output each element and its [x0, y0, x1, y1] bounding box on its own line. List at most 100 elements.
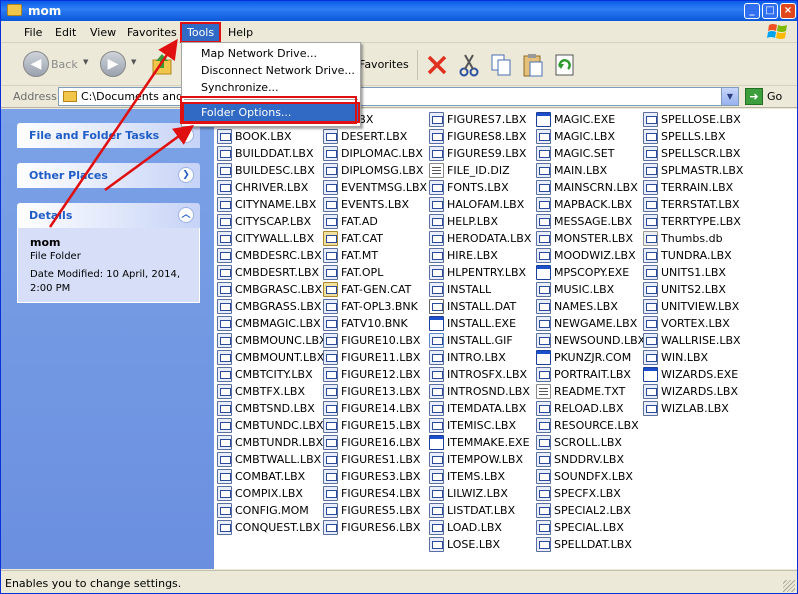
file-item[interactable]: FAT.CAT [322, 230, 427, 247]
menu-view[interactable]: View [85, 24, 121, 41]
up-folder-icon[interactable] [151, 52, 175, 78]
file-item[interactable]: MONSTER.LBX [535, 230, 645, 247]
file-item[interactable]: CHRIVER.LBX [216, 179, 327, 196]
file-item[interactable]: LOSE.LBX [428, 536, 531, 553]
file-item[interactable]: INTROSND.LBX [428, 383, 531, 400]
file-item[interactable]: FIGURE12.LBX [322, 366, 427, 383]
file-item[interactable]: RESOURCE.LBX [535, 417, 645, 434]
file-item[interactable]: FIGURES7.LBX [428, 111, 531, 128]
file-item[interactable]: FIGURES4.LBX [322, 485, 427, 502]
favorites-button-label[interactable]: Favorites [359, 58, 409, 71]
file-item[interactable]: PKUNZJR.COM [535, 349, 645, 366]
file-item[interactable]: CMBDESRT.LBX [216, 264, 327, 281]
other-places-header[interactable]: Other Places ❯ [17, 163, 200, 188]
menu-help[interactable]: Help [223, 24, 258, 41]
file-item[interactable]: CMBTWALL.LBX [216, 451, 327, 468]
file-item[interactable]: WIN.LBX [642, 349, 743, 366]
copy-icon[interactable] [489, 52, 513, 78]
file-item[interactable]: INSTALL.EXE [428, 315, 531, 332]
file-item[interactable]: WIZLAB.LBX [642, 400, 743, 417]
file-item[interactable]: EVENTS.LBX [322, 196, 427, 213]
file-item[interactable]: FIGURES6.LBX [322, 519, 427, 536]
file-item[interactable]: CONQUEST.LBX [216, 519, 327, 536]
file-item[interactable]: FIGURE10.LBX [322, 332, 427, 349]
synchronize-item[interactable]: Synchronize... [184, 79, 358, 96]
forward-dropdown-icon[interactable]: ▼ [131, 58, 136, 66]
title-bar[interactable]: mom _ □ × [1, 1, 797, 21]
file-item[interactable]: EVENTMSG.LBX [322, 179, 427, 196]
file-item[interactable]: TERRSTAT.LBX [642, 196, 743, 213]
file-item[interactable]: SPECIAL2.LBX [535, 502, 645, 519]
file-item[interactable]: MAINSCRN.LBX [535, 179, 645, 196]
file-item[interactable]: NEWSOUND.LBX [535, 332, 645, 349]
file-item[interactable]: PORTRAIT.LBX [535, 366, 645, 383]
file-item[interactable]: SCROLL.LBX [535, 434, 645, 451]
file-item[interactable]: HELP.LBX [428, 213, 531, 230]
file-folder-tasks-header[interactable]: File and Folder Tasks ❯ [17, 123, 200, 148]
file-item[interactable]: RELOAD.LBX [535, 400, 645, 417]
file-item[interactable]: CMBMAGIC.LBX [216, 315, 327, 332]
file-item[interactable]: FIGURES3.LBX [322, 468, 427, 485]
file-item[interactable]: CMBMOUNT.LBX [216, 349, 327, 366]
file-item[interactable]: CMBTCITY.LBX [216, 366, 327, 383]
file-item[interactable]: HLPENTRY.LBX [428, 264, 531, 281]
file-item[interactable]: CMBDESRC.LBX [216, 247, 327, 264]
file-item[interactable]: MPSCOPY.EXE [535, 264, 645, 281]
file-item[interactable]: SPELLS.LBX [642, 128, 743, 145]
menu-favorites[interactable]: Favorites [122, 24, 182, 41]
file-item[interactable]: LILWIZ.LBX [428, 485, 531, 502]
map-network-drive-item[interactable]: Map Network Drive... [184, 45, 358, 62]
file-item[interactable]: HIRE.LBX [428, 247, 531, 264]
file-item[interactable]: UNITVIEW.LBX [642, 298, 743, 315]
details-header[interactable]: Details ︿ [17, 203, 200, 228]
file-item[interactable]: ITEMDATA.LBX [428, 400, 531, 417]
file-item[interactable]: INSTALL.DAT [428, 298, 531, 315]
file-item[interactable]: MAGIC.EXE [535, 111, 645, 128]
file-item[interactable]: MOODWIZ.LBX [535, 247, 645, 264]
file-item[interactable]: LISTDAT.LBX [428, 502, 531, 519]
resize-grip-icon[interactable] [783, 580, 795, 592]
file-item[interactable]: CMBTUNDC.LBX [216, 417, 327, 434]
expand-chevron-icon[interactable]: ❯ [178, 127, 194, 143]
file-item[interactable]: SPELLSCR.LBX [642, 145, 743, 162]
file-item[interactable]: MESSAGE.LBX [535, 213, 645, 230]
delete-icon[interactable] [425, 52, 449, 78]
file-item[interactable]: FIGURE11.LBX [322, 349, 427, 366]
file-item[interactable]: MAGIC.LBX [535, 128, 645, 145]
address-input[interactable]: C:\Documents and Se ▼ [58, 87, 739, 106]
back-dropdown-icon[interactable]: ▼ [83, 58, 88, 66]
file-item[interactable]: FATV10.BNK [322, 315, 427, 332]
disconnect-network-drive-item[interactable]: Disconnect Network Drive... [184, 62, 358, 79]
close-button[interactable]: × [780, 3, 796, 19]
file-item[interactable]: SPELLOSE.LBX [642, 111, 743, 128]
collapse-chevron-icon[interactable]: ︿ [178, 207, 194, 223]
cut-icon[interactable] [457, 52, 481, 78]
file-item[interactable]: CMBMOUNC.LBX [216, 332, 327, 349]
file-item[interactable]: INTRO.LBX [428, 349, 531, 366]
details-label[interactable]: Details [29, 209, 72, 222]
file-item[interactable]: BUILDDAT.LBX [216, 145, 327, 162]
file-item[interactable]: DIPLOMSG.LBX [322, 162, 427, 179]
go-arrow-icon[interactable]: ➜ [745, 88, 763, 105]
file-item[interactable]: CITYNAME.LBX [216, 196, 327, 213]
file-item[interactable]: COMBAT.LBX [216, 468, 327, 485]
expand-chevron-icon[interactable]: ❯ [178, 167, 194, 183]
file-item[interactable]: SPLMASTR.LBX [642, 162, 743, 179]
file-item[interactable]: COMPIX.LBX [216, 485, 327, 502]
file-item[interactable]: HERODATA.LBX [428, 230, 531, 247]
file-item[interactable]: FIGURE14.LBX [322, 400, 427, 417]
file-item[interactable]: FIGURE15.LBX [322, 417, 427, 434]
back-arrow-icon[interactable]: ◀ [23, 51, 49, 77]
file-item[interactable]: WIZARDS.EXE [642, 366, 743, 383]
file-item[interactable]: CMBTUNDR.LBX [216, 434, 327, 451]
go-button[interactable]: ➜ Go [745, 87, 791, 106]
maximize-button[interactable]: □ [762, 3, 778, 19]
file-item[interactable]: README.TXT [535, 383, 645, 400]
file-item[interactable]: CMBGRASC.LBX [216, 281, 327, 298]
file-item[interactable]: FILE_ID.DIZ [428, 162, 531, 179]
file-item[interactable]: FAT-OPL3.BNK [322, 298, 427, 315]
file-item[interactable]: NEWGAME.LBX [535, 315, 645, 332]
file-item[interactable]: CMBTSND.LBX [216, 400, 327, 417]
file-item[interactable]: HALOFAM.LBX [428, 196, 531, 213]
file-item[interactable]: UNITS1.LBX [642, 264, 743, 281]
